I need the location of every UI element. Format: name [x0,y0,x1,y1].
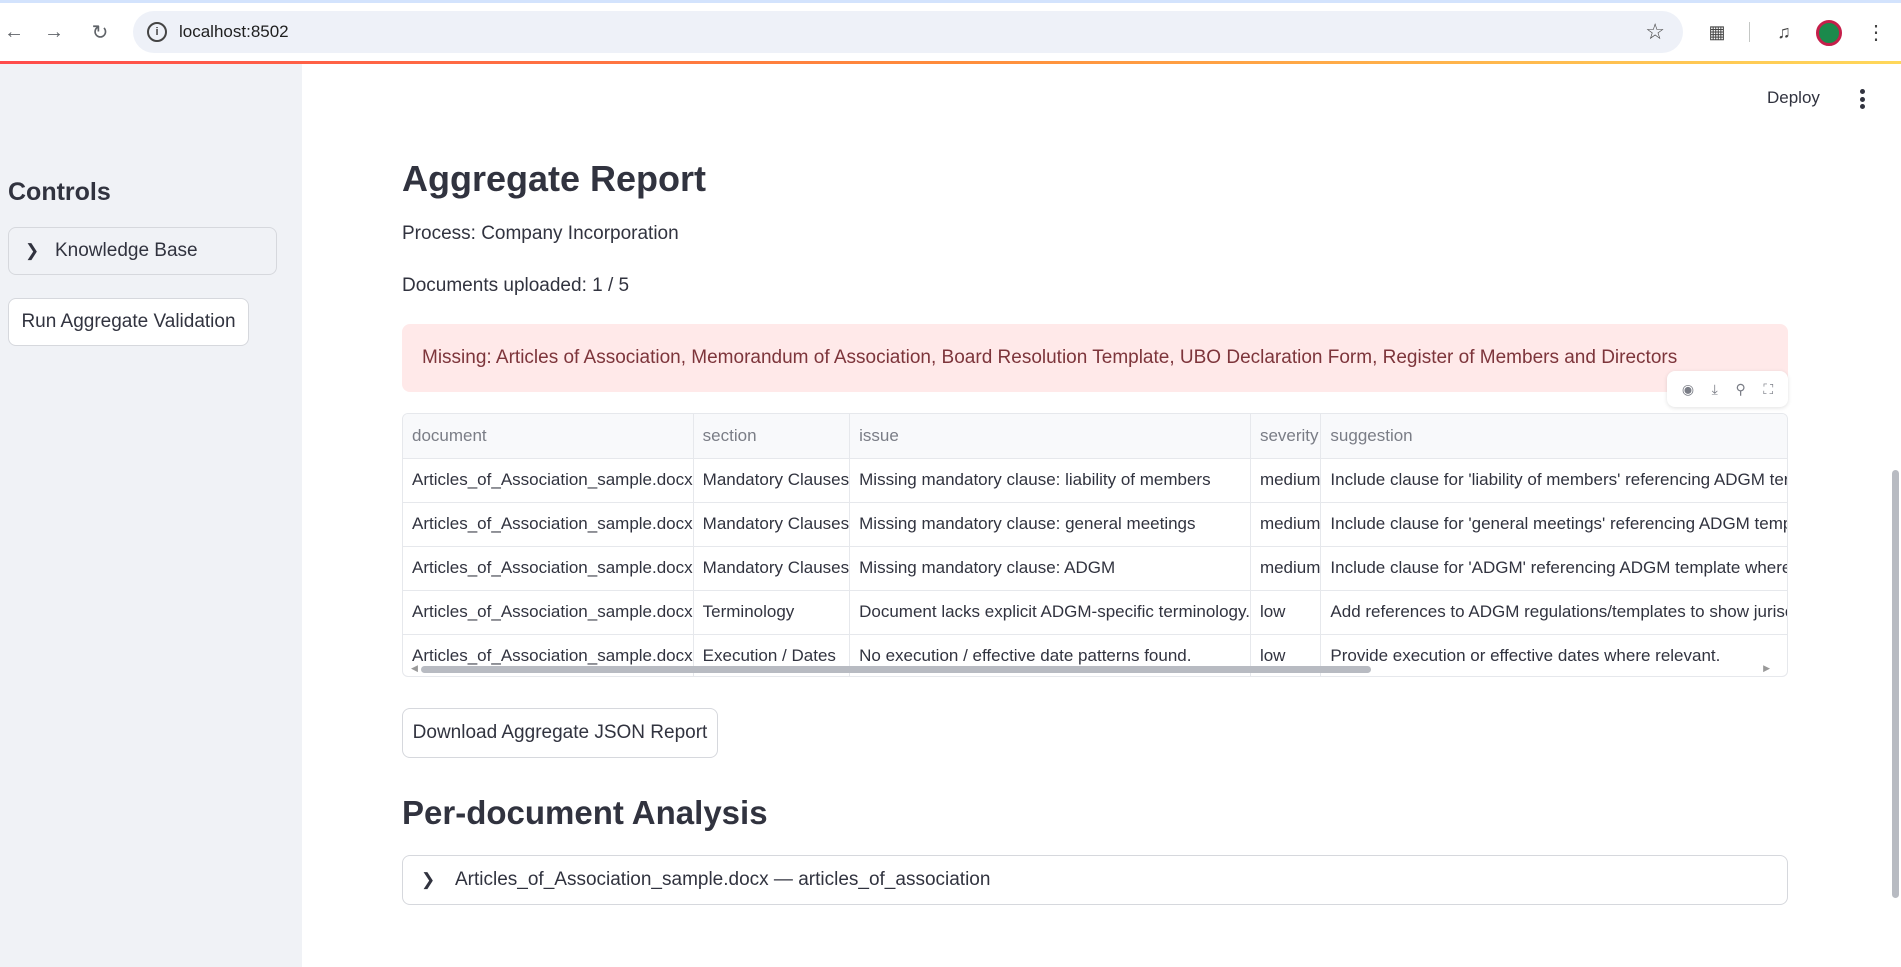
fullscreen-icon[interactable]: ⛶ [1763,381,1773,398]
table-cell[interactable]: Missing mandatory clause: liability of m… [849,458,1251,503]
table-cell[interactable]: Document lacks explicit ADGM-specific te… [849,590,1251,635]
table-cell[interactable]: Add references to ADGM regulations/templ… [1320,590,1787,635]
address-bar[interactable]: i localhost:8502 ☆ [133,11,1683,53]
table-cell[interactable]: Missing mandatory clause: ADGM [849,546,1251,591]
table-cell[interactable]: Articles_of_Association_sample.docx [403,590,694,635]
table-cell[interactable]: low [1250,590,1322,635]
table-cell[interactable]: Include clause for 'general meetings' re… [1320,502,1787,547]
reload-icon[interactable]: ↻ [86,18,114,46]
column-header-document[interactable]: document [403,414,694,459]
scrollbar-thumb[interactable] [421,666,1371,673]
download-icon[interactable]: ⤓ [1712,381,1718,398]
chevron-right-icon: ❯ [25,241,40,260]
table-cell[interactable]: Mandatory Clauses [693,546,851,591]
column-header-issue[interactable]: issue [849,414,1251,459]
search-icon[interactable]: ⚲ [1735,381,1745,398]
forward-arrow-icon[interactable]: → [40,18,68,46]
column-header-severity[interactable]: severity [1250,414,1322,459]
per-document-expander-label: Articles_of_Association_sample.docx — ar… [455,869,991,890]
column-header-suggestion[interactable]: suggestion [1320,414,1787,459]
issues-dataframe[interactable]: document section issue severity suggesti… [402,413,1788,677]
process-text: Process: Company Incorporation [402,223,679,244]
table-cell[interactable]: Include clause for 'liability of members… [1320,458,1787,503]
sidebar-title: Controls [8,178,111,206]
table-row: Articles_of_Association_sample.docx Mand… [403,458,1787,503]
table-cell[interactable]: medium [1250,502,1322,547]
scroll-right-icon[interactable]: ▶ [1763,663,1770,674]
dataframe-toolbar: ◉ ⤓ ⚲ ⛶ [1667,371,1788,407]
tab-strip-edge [0,0,1901,3]
horizontal-scrollbar[interactable]: ◀ ▶ [411,663,1770,674]
missing-documents-alert: Missing: Articles of Association, Memora… [402,324,1788,392]
per-document-expander[interactable]: ❯ Articles_of_Association_sample.docx — … [402,855,1788,905]
column-header-section[interactable]: section [693,414,851,459]
toolbar-divider [1749,22,1750,42]
site-info-icon[interactable]: i [147,22,167,42]
per-document-heading: Per-document Analysis [402,794,768,831]
alert-text: Missing: Articles of Association, Memora… [422,347,1678,368]
page-vertical-scrollbar[interactable] [1892,470,1899,898]
eye-icon[interactable]: ◉ [1682,381,1694,398]
table-header-row: document section issue severity suggesti… [403,414,1787,459]
table-cell[interactable]: Include clause for 'ADGM' referencing AD… [1320,546,1787,591]
chevron-right-icon: ❯ [421,870,436,889]
scroll-left-icon[interactable]: ◀ [411,663,418,674]
knowledge-base-expander[interactable]: ❯ Knowledge Base [8,227,277,275]
table-cell[interactable]: medium [1250,458,1322,503]
deploy-button[interactable]: Deploy [1767,88,1820,108]
sidebar: Controls ❯ Knowledge Base Run Aggregate … [0,64,302,967]
profile-avatar-icon[interactable] [1816,20,1842,46]
table-cell[interactable]: Articles_of_Association_sample.docx [403,458,694,503]
knowledge-base-label: Knowledge Base [55,240,198,261]
table-cell[interactable]: medium [1250,546,1322,591]
table-row: Articles_of_Association_sample.docx Term… [403,590,1787,635]
table-cell[interactable]: Terminology [693,590,851,635]
table-row: Articles_of_Association_sample.docx Mand… [403,502,1787,547]
extensions-icon[interactable]: ▦ [1703,18,1731,46]
main-menu-icon[interactable] [1852,86,1872,112]
media-control-icon[interactable]: ♫ [1770,18,1798,46]
table-cell[interactable]: Missing mandatory clause: general meetin… [849,502,1251,547]
documents-uploaded-text: Documents uploaded: 1 / 5 [402,275,630,296]
table-row: Articles_of_Association_sample.docx Mand… [403,546,1787,591]
chrome-menu-icon[interactable]: ⋮ [1862,18,1890,46]
run-aggregate-validation-button[interactable]: Run Aggregate Validation [8,298,249,346]
download-json-report-button[interactable]: Download Aggregate JSON Report [402,708,718,758]
bookmark-star-icon[interactable]: ☆ [1645,19,1665,45]
table-cell[interactable]: Mandatory Clauses [693,458,851,503]
browser-toolbar: ← → ↻ i localhost:8502 ☆ ▦ ♫ ⋮ [0,0,1901,64]
back-arrow-icon[interactable]: ← [0,18,28,46]
table-cell[interactable]: Mandatory Clauses [693,502,851,547]
table-cell[interactable]: Articles_of_Association_sample.docx [403,546,694,591]
page-title: Aggregate Report [402,158,707,199]
url-text[interactable]: localhost:8502 [179,22,289,42]
table-cell[interactable]: Articles_of_Association_sample.docx [403,502,694,547]
